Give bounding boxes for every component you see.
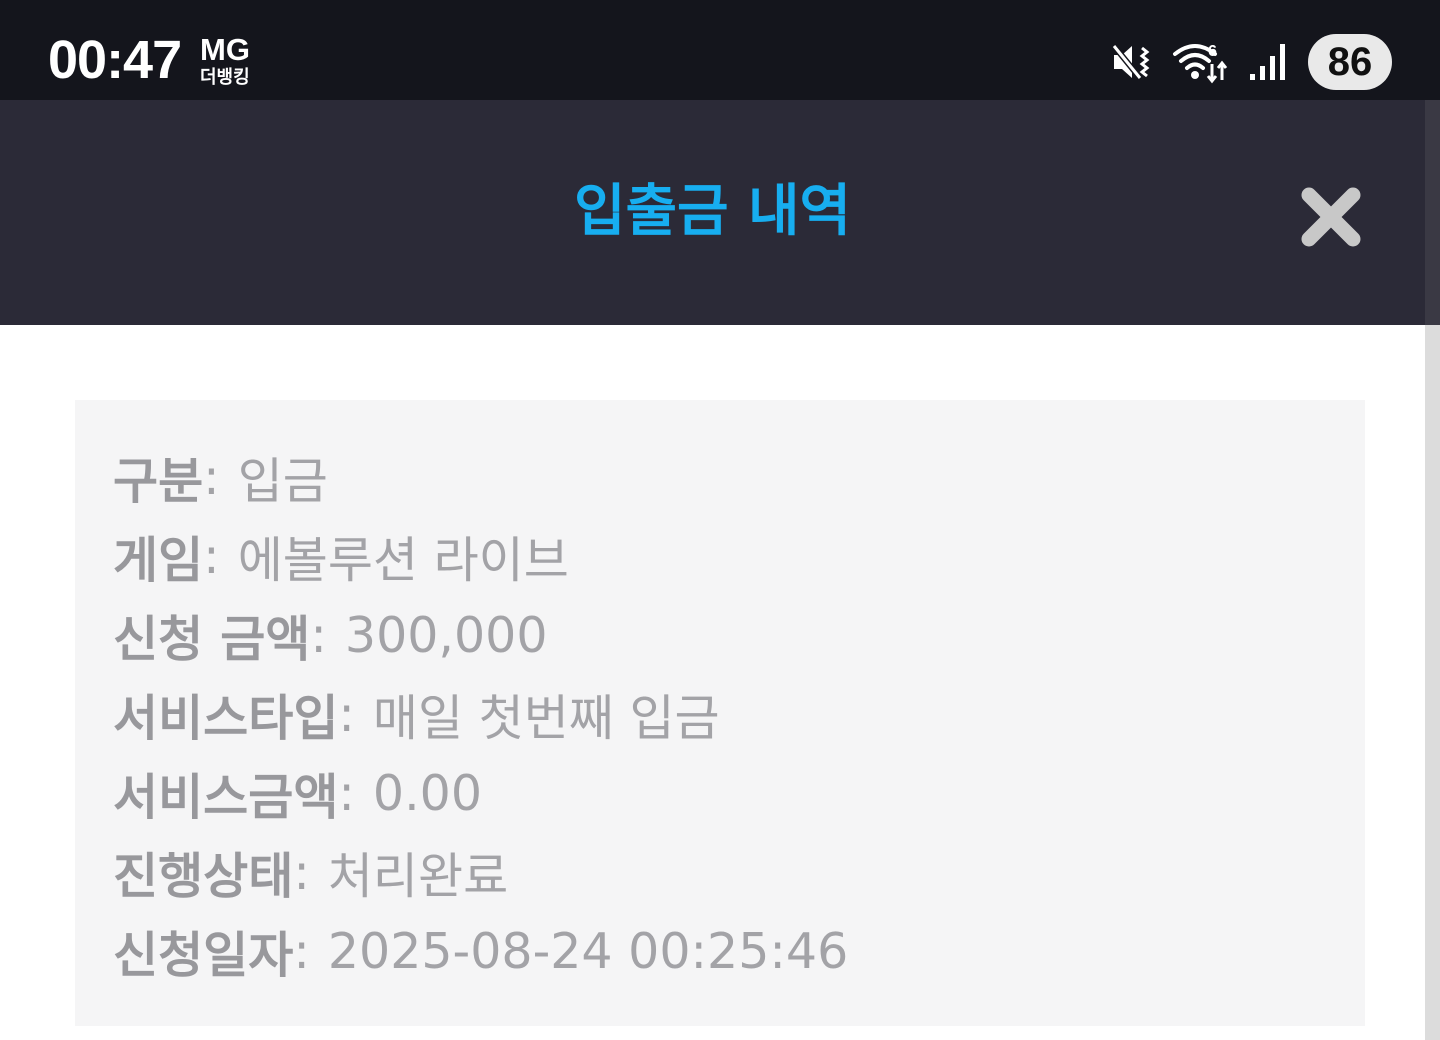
detail-label: 게임: [113, 532, 204, 589]
detail-value: 매일 첫번째 입금: [372, 690, 720, 747]
mute-vibrate-icon: [1110, 40, 1154, 84]
status-bar: 00:47 MG 더뱅킹 6 86: [0, 0, 1440, 100]
detail-row-service-amount: 서비스금액:0.00: [113, 754, 848, 833]
detail-label: 신청 금액: [113, 611, 311, 668]
detail-label: 신청일자: [113, 927, 294, 984]
detail-row-status: 진행상태: 처리완료: [113, 833, 848, 912]
transaction-detail-card: 구분: 입금 게임: 에볼루션 라이브 신청 금액:300,000 서비스타입: 매일…: [75, 400, 1365, 1026]
detail-label: 서비스금액: [113, 769, 339, 826]
detail-row-service-type: 서비스타입: 매일 첫번째 입금: [113, 675, 848, 754]
detail-separator: :: [310, 607, 327, 664]
detail-value: 에볼루션 라이브: [237, 532, 569, 589]
svg-text:6: 6: [1208, 43, 1217, 60]
detail-label: 구분: [113, 453, 204, 510]
scrollbar[interactable]: [1425, 100, 1440, 1040]
detail-separator: :: [338, 686, 355, 743]
detail-label: 서비스타입: [113, 690, 339, 747]
wifi-6-icon: 6: [1172, 40, 1230, 84]
detail-separator: :: [293, 923, 310, 980]
detail-row-game: 게임: 에볼루션 라이브: [113, 517, 848, 596]
detail-value: 2025-08-24 00:25:46: [327, 923, 849, 980]
detail-list: 구분: 입금 게임: 에볼루션 라이브 신청 금액:300,000 서비스타입: 매일…: [113, 438, 848, 991]
modal-header: 입출금 내역: [0, 100, 1425, 325]
detail-separator: :: [293, 844, 310, 901]
detail-separator: :: [338, 765, 355, 822]
detail-separator: :: [203, 449, 220, 506]
status-time: 00:47: [48, 30, 182, 90]
detail-row-type: 구분: 입금: [113, 438, 848, 517]
signal-icon: [1248, 40, 1290, 84]
detail-label: 진행상태: [113, 848, 294, 905]
detail-separator: :: [203, 528, 220, 585]
detail-row-date: 신청일자:2025-08-24 00:25:46: [113, 912, 848, 991]
detail-value: 300,000: [344, 607, 548, 664]
carrier-bottom: 더뱅킹: [200, 67, 250, 87]
carrier-top: MG: [200, 32, 250, 67]
detail-row-amount: 신청 금액:300,000: [113, 596, 848, 675]
carrier-label: MG 더뱅킹: [200, 34, 270, 88]
detail-value: 0.00: [372, 765, 483, 822]
status-icons: 6 86: [1110, 32, 1392, 92]
detail-value: 처리완료: [327, 848, 509, 905]
battery-indicator: 86: [1308, 34, 1392, 90]
close-x-icon: [1301, 187, 1361, 247]
scrollbar-thumb[interactable]: [1425, 100, 1440, 325]
page-title: 입출금 내역: [573, 179, 852, 244]
close-button[interactable]: [1299, 185, 1363, 249]
detail-value: 입금: [237, 453, 328, 510]
